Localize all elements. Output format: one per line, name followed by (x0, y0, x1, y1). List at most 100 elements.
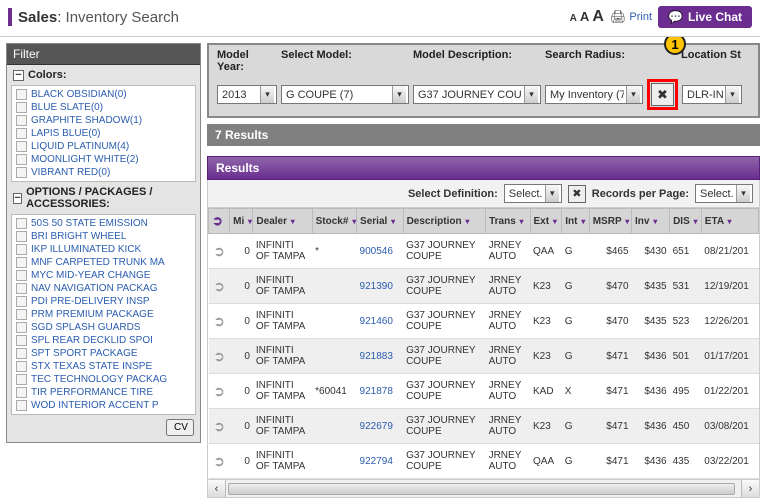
row-go-button[interactable]: ➲ (209, 374, 230, 409)
collapse-icon[interactable]: − (13, 193, 22, 204)
chevron-down-icon: ▾ (545, 185, 559, 202)
filter-option-item[interactable]: BRI BRIGHT WHEEL (14, 230, 193, 243)
cell-serial[interactable]: 921878 (357, 374, 404, 409)
column-header[interactable]: Trans ▾ (486, 209, 530, 234)
cell-serial[interactable]: 921460 (357, 304, 404, 339)
checkbox-icon[interactable] (16, 361, 27, 372)
column-header[interactable]: ➲ (209, 209, 230, 234)
checkbox-icon[interactable] (16, 309, 27, 320)
filter-option-item[interactable]: SPT SPORT PACKAGE (14, 347, 193, 360)
checkbox-icon[interactable] (16, 348, 27, 359)
filter-color-item[interactable]: MOONLIGHT WHITE(2) (14, 153, 193, 166)
filter-color-item[interactable]: VIBRANT RED(0) (14, 166, 193, 179)
filter-option-item[interactable]: IKP ILLUMINATED KICK (14, 243, 193, 256)
filter-option-item[interactable]: MYC MID-YEAR CHANGE (14, 269, 193, 282)
chevron-down-icon: ▾ (524, 86, 538, 103)
column-header[interactable]: MSRP ▾ (589, 209, 631, 234)
model-year-select[interactable]: 2013▾ (217, 85, 277, 104)
column-header[interactable]: Description ▾ (403, 209, 486, 234)
font-size-small[interactable]: A (570, 13, 577, 24)
filter-colors-list[interactable]: BLACK OBSIDIAN(0)BLUE SLATE(0)GRAPHITE S… (11, 85, 196, 182)
filter-options-list[interactable]: 50S 50 STATE EMISSIONBRI BRIGHT WHEELIKP… (11, 214, 196, 415)
checkbox-icon[interactable] (16, 283, 27, 294)
checkbox-icon[interactable] (16, 296, 27, 307)
filter-option-item[interactable]: TIR PERFORMANCE TIRE (14, 386, 193, 399)
radius-settings-button[interactable]: ✖ (651, 83, 674, 106)
checkbox-icon[interactable] (16, 400, 27, 411)
column-header[interactable]: Stock# ▾ (312, 209, 356, 234)
row-go-button[interactable]: ➲ (209, 409, 230, 444)
checkbox-icon[interactable] (16, 102, 27, 113)
filter-color-item[interactable]: LAPIS BLUE(0) (14, 127, 193, 140)
filter-option-item[interactable]: 50S 50 STATE EMISSION (14, 217, 193, 230)
checkbox-icon[interactable] (16, 244, 27, 255)
checkbox-icon[interactable] (16, 115, 27, 126)
row-go-button[interactable]: ➲ (209, 269, 230, 304)
filter-option-item[interactable]: SPL REAR DECKLID SPOI (14, 334, 193, 347)
column-header[interactable]: Dealer ▾ (253, 209, 312, 234)
records-per-page-select[interactable]: Select...▾ (695, 184, 753, 203)
column-header[interactable]: Serial ▾ (357, 209, 404, 234)
column-header[interactable]: Mi ▾ (230, 209, 253, 234)
cell-serial[interactable]: 922794 (357, 444, 404, 479)
model-select[interactable]: G COUPE (7)▾ (281, 85, 409, 104)
filter-color-item[interactable]: LIQUID PLATINUM(4) (14, 140, 193, 153)
checkbox-icon[interactable] (16, 231, 27, 242)
filter-colors-header[interactable]: − Colors: (7, 65, 200, 85)
cell-serial[interactable]: 921883 (357, 339, 404, 374)
table-row: ➲0INFINITI OF TAMPA921883G37 JOURNEY COU… (209, 339, 759, 374)
checkbox-icon[interactable] (16, 374, 27, 385)
live-chat-button[interactable]: 💬 Live Chat (658, 6, 752, 28)
filter-option-item[interactable]: STX TEXAS STATE INSPE (14, 360, 193, 373)
column-header[interactable]: Ext ▾ (530, 209, 562, 234)
row-go-button[interactable]: ➲ (209, 444, 230, 479)
label-model: Select Model: (281, 49, 409, 73)
font-size-medium[interactable]: A (580, 9, 589, 24)
print-link[interactable]: Print (610, 9, 652, 25)
collapse-icon[interactable]: − (13, 70, 24, 81)
row-go-button[interactable]: ➲ (209, 234, 230, 269)
filter-color-item[interactable]: GRAPHITE SHADOW(1) (14, 114, 193, 127)
filter-option-item[interactable]: TEC TECHNOLOGY PACKAG (14, 373, 193, 386)
checkbox-icon[interactable] (16, 218, 27, 229)
checkbox-icon[interactable] (16, 270, 27, 281)
filter-option-item[interactable]: WOD INTERIOR ACCENT P (14, 399, 193, 412)
cell-serial[interactable]: 900546 (357, 234, 404, 269)
search-radius-select[interactable]: My Inventory (7)▾ (545, 85, 643, 104)
filter-option-item[interactable]: NAV NAVIGATION PACKAG (14, 282, 193, 295)
filter-option-item[interactable]: PRM PREMIUM PACKAGE (14, 308, 193, 321)
scroll-thumb[interactable] (228, 483, 735, 495)
checkbox-icon[interactable] (16, 335, 27, 346)
checkbox-icon[interactable] (16, 322, 27, 333)
checkbox-icon[interactable] (16, 387, 27, 398)
model-description-select[interactable]: G37 JOURNEY COUPE (7)▾ (413, 85, 541, 104)
checkbox-icon[interactable] (16, 257, 27, 268)
cell-serial[interactable]: 922679 (357, 409, 404, 444)
column-header[interactable]: Inv ▾ (632, 209, 670, 234)
checkbox-icon[interactable] (16, 154, 27, 165)
font-size-large[interactable]: A (592, 8, 604, 25)
checkbox-icon[interactable] (16, 89, 27, 100)
grid-settings-button[interactable]: ✖ (568, 185, 586, 203)
cv-button[interactable]: CV (166, 419, 194, 436)
select-definition-select[interactable]: Select...▾ (504, 184, 562, 203)
column-header[interactable]: ETA ▾ (701, 209, 758, 234)
checkbox-icon[interactable] (16, 128, 27, 139)
location-status-select[interactable]: DLR-INV (7)▾ (682, 85, 742, 104)
scroll-right-button[interactable]: › (741, 480, 759, 497)
column-header[interactable]: DIS ▾ (670, 209, 702, 234)
column-header[interactable]: Int ▾ (562, 209, 590, 234)
filter-option-item[interactable]: PDI PRE-DELIVERY INSP (14, 295, 193, 308)
filter-option-item[interactable]: SGD SPLASH GUARDS (14, 321, 193, 334)
cell-serial[interactable]: 921390 (357, 269, 404, 304)
horizontal-scrollbar[interactable]: ‹ › (207, 480, 760, 498)
checkbox-icon[interactable] (16, 167, 27, 178)
scroll-left-button[interactable]: ‹ (208, 480, 226, 497)
checkbox-icon[interactable] (16, 141, 27, 152)
row-go-button[interactable]: ➲ (209, 304, 230, 339)
filter-option-item[interactable]: MNF CARPETED TRUNK MA (14, 256, 193, 269)
filter-options-header[interactable]: − OPTIONS / PACKAGES / ACCESSORIES: (7, 182, 200, 214)
row-go-button[interactable]: ➲ (209, 339, 230, 374)
filter-color-item[interactable]: BLACK OBSIDIAN(0) (14, 88, 193, 101)
filter-color-item[interactable]: BLUE SLATE(0) (14, 101, 193, 114)
